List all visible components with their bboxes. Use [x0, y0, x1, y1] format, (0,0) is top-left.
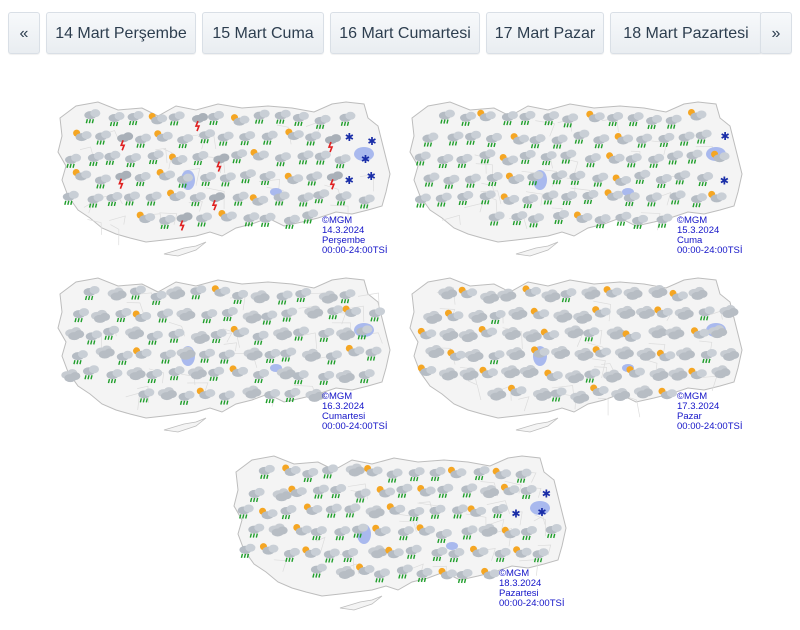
map-caption-14-mart: ©MGM 14.3.2024 Perşembe 00:00-24:00TSİ [322, 216, 388, 256]
keban-dam [446, 542, 458, 550]
cyprus-shape [339, 595, 383, 611]
snow-icon: ✱ [367, 170, 376, 183]
next-day-button[interactable]: » [760, 12, 792, 54]
svg-text:✱: ✱ [367, 135, 376, 148]
snow-icon: ✱ [345, 174, 354, 187]
prev-day-button[interactable]: « [8, 12, 40, 54]
cyprus-shape [163, 417, 207, 433]
svg-text:✱: ✱ [542, 487, 551, 500]
map-caption-15-mart: ©MGM 15.3.2024 Cuma 00:00-24:00TSİ [677, 216, 743, 256]
map-period: 00:00-24:00TSİ [499, 598, 565, 609]
cyprus-shape [515, 417, 559, 433]
map-caption-17-mart: ©MGM 17.3.2024 Pazar 00:00-24:00TSİ [677, 392, 743, 432]
day-navigation: « 14 Mart Perşembe 15 Mart Cuma 16 Mart … [8, 12, 792, 56]
svg-text:✱: ✱ [511, 508, 520, 521]
map-period: 00:00-24:00TSİ [677, 245, 743, 256]
snow-icon: ✱ [537, 506, 546, 519]
map-caption-18-mart: ©MGM 18.3.2024 Pazartesi 00:00-24:00TSİ [499, 569, 565, 609]
svg-text:✱: ✱ [720, 175, 729, 188]
snow-icon: ✱ [367, 135, 376, 148]
tab-15-mart[interactable]: 15 Mart Cuma [202, 12, 324, 54]
cyprus-shape [163, 241, 207, 257]
map-period: 00:00-24:00TSİ [322, 421, 388, 432]
map-caption-16-mart: ©MGM 16.3.2024 Cumartesi 00:00-24:00TSİ [322, 392, 388, 432]
svg-text:✱: ✱ [361, 153, 370, 166]
svg-text:✱: ✱ [537, 506, 546, 519]
tab-18-mart[interactable]: 18 Mart Pazartesi [610, 12, 762, 54]
snow-icon: ✱ [511, 508, 520, 521]
snow-icon: ✱ [542, 487, 551, 500]
tab-17-mart[interactable]: 17 Mart Pazar [486, 12, 604, 54]
snow-icon: ✱ [720, 175, 729, 188]
map-period: 00:00-24:00TSİ [677, 421, 743, 432]
svg-text:✱: ✱ [721, 130, 730, 143]
map-period: 00:00-24:00TSİ [322, 245, 388, 256]
snow-icon: ✱ [345, 131, 354, 144]
cyprus-shape [515, 241, 559, 257]
svg-text:✱: ✱ [367, 170, 376, 183]
svg-text:✱: ✱ [345, 131, 354, 144]
svg-text:✱: ✱ [345, 174, 354, 187]
snow-icon: ✱ [721, 130, 730, 143]
tab-16-mart[interactable]: 16 Mart Cumartesi [330, 12, 480, 54]
tab-14-mart[interactable]: 14 Mart Perşembe [46, 12, 196, 54]
snow-icon: ✱ [361, 153, 370, 166]
